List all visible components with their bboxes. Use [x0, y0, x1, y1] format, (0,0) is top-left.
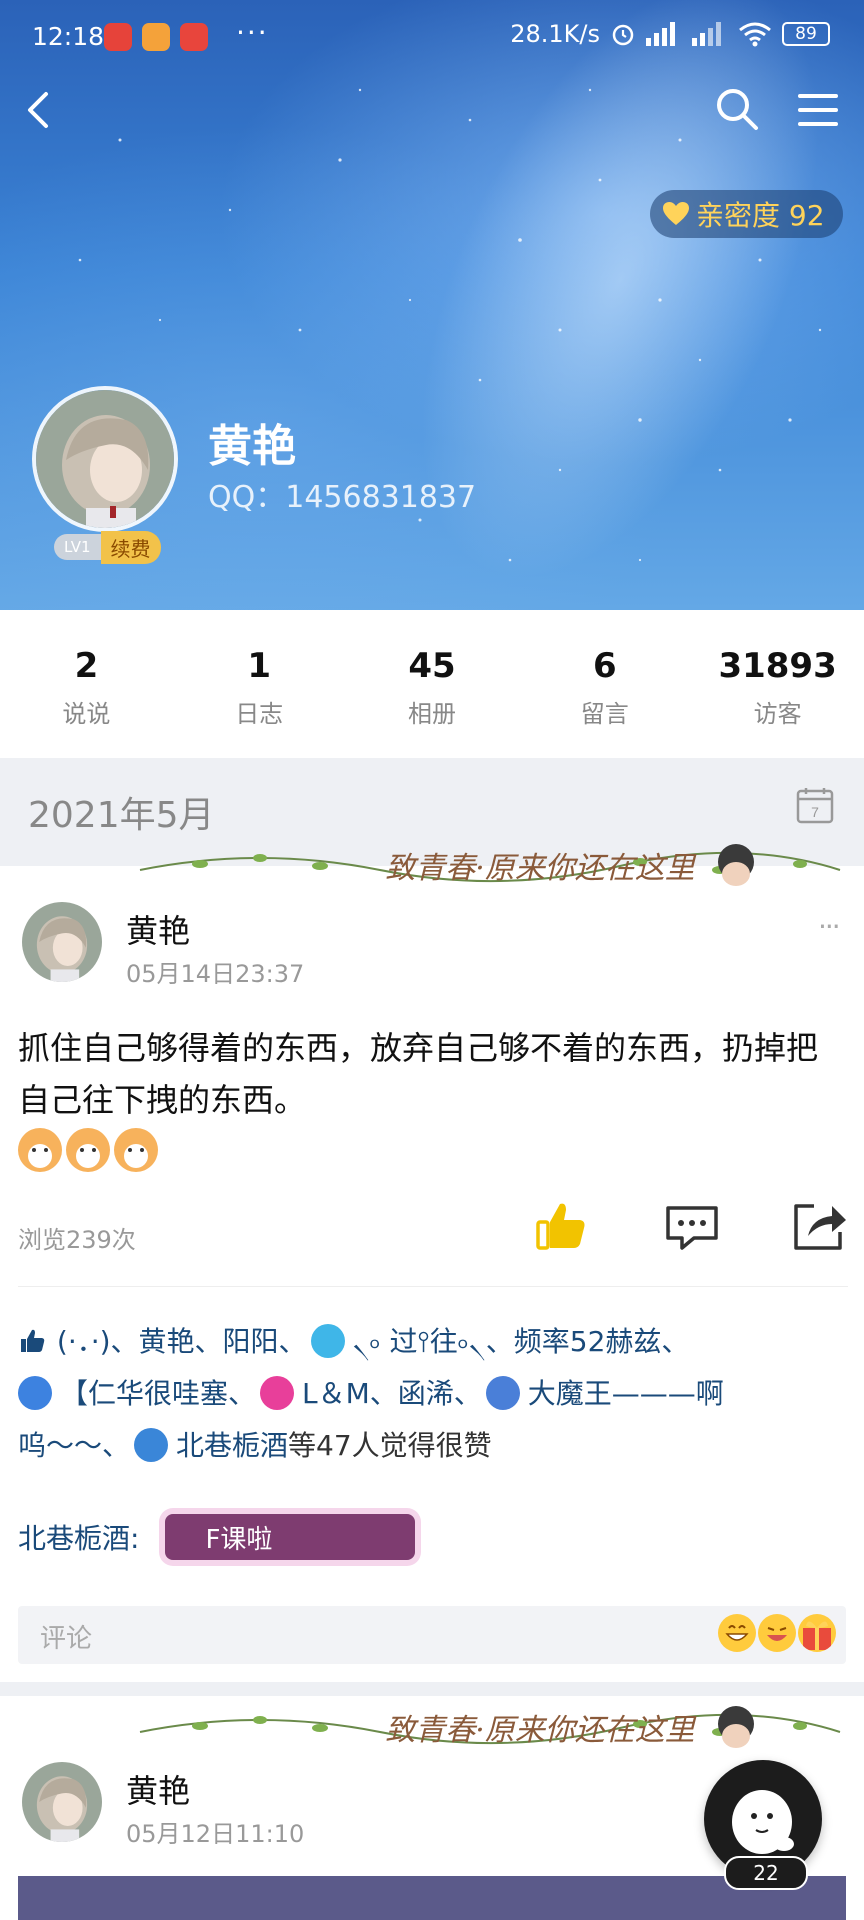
app-notification-icon: [180, 23, 208, 51]
post-author-avatar[interactable]: [22, 1762, 102, 1842]
status-bar: 12:18 ··· 28.1K/s 89: [0, 0, 864, 78]
stat-label: 相册: [407, 700, 456, 728]
thumb-up-icon: [21, 1329, 45, 1352]
grin-emoji-icon[interactable]: [718, 1614, 756, 1652]
app-notification-icon: [104, 23, 132, 51]
comment-item: 北巷栀酒: F课啦: [18, 1514, 416, 1560]
comment-icon[interactable]: [664, 1204, 720, 1252]
comment-content: F课啦: [205, 1524, 273, 1555]
lucky-cat-emoji: [66, 1128, 110, 1172]
stat-shuoshuo[interactable]: 2 说说: [0, 610, 173, 756]
month-label: 2021年5月: [28, 795, 215, 836]
profile-qq-number: QQ：1456831837: [208, 480, 477, 515]
post-author-name[interactable]: 黄艳: [126, 906, 190, 952]
gift-emoji-icon[interactable]: [798, 1614, 836, 1652]
calendar-day: 7: [811, 804, 819, 820]
level-badge[interactable]: LV1 续费: [54, 530, 161, 564]
banner-text: 致青春·原来你还在这里: [385, 851, 697, 886]
heart-icon: [663, 202, 689, 225]
post-text: 抓住自己够得着的东西，放弃自己够不着的东西，扔掉把自己往下拽的东西。: [18, 1029, 819, 1119]
comment-bubble: F课啦: [165, 1514, 416, 1560]
stat-messages[interactable]: 6 留言: [518, 610, 691, 756]
likers-text[interactable]: 北巷栀酒: [176, 1429, 288, 1462]
avatar-illustration: [36, 390, 174, 528]
post-timestamp: 05月14日23:37: [126, 960, 305, 988]
lucky-cat-emoji: [114, 1128, 158, 1172]
intimacy-badge[interactable]: 亲密度 92: [650, 190, 843, 238]
post-more-button[interactable]: ···: [818, 910, 841, 943]
signal-hd-icon: [692, 22, 721, 46]
stat-value: 2: [74, 646, 99, 686]
signal-icon: [646, 22, 675, 46]
likers-text[interactable]: L＆M、函浠、: [302, 1377, 482, 1410]
post-author-avatar[interactable]: [22, 902, 102, 982]
status-right: 28.1K/s 89: [510, 20, 830, 48]
post-divider: [18, 1286, 848, 1287]
more-notifications-icon: ···: [236, 16, 269, 49]
profile-name: 黄艳: [208, 421, 296, 472]
renew-label: 续费: [100, 530, 161, 564]
back-chevron-icon[interactable]: [18, 88, 62, 132]
search-icon[interactable]: [712, 84, 762, 134]
stat-value: 1: [247, 646, 272, 686]
post-separator: [0, 1682, 864, 1696]
stat-album[interactable]: 45 相册: [346, 610, 519, 756]
banner-text: 致青春·原来你还在这里: [385, 1713, 697, 1748]
profile-cover: 12:18 ··· 28.1K/s 89 亲密度 92 LV1 续费 黄艳 QQ…: [0, 0, 864, 610]
refresh-badge-icon: [18, 1376, 52, 1410]
stat-value: 6: [592, 646, 617, 686]
post-view-count: 浏览239次: [18, 1226, 136, 1254]
pink-badge-icon: [260, 1376, 295, 1410]
laugh-emoji-icon[interactable]: [758, 1614, 796, 1652]
like-thumb-icon[interactable]: [534, 1198, 590, 1254]
vip-crown-icon: [310, 1324, 345, 1358]
app-notification-icon: [142, 23, 170, 51]
arrow-badge-icon: [134, 1428, 169, 1462]
floating-count-badge: 22: [724, 1856, 808, 1890]
stat-visitors[interactable]: 31893 访客: [691, 610, 864, 756]
alarm-icon: [612, 24, 634, 46]
likers-text[interactable]: 【仁华很哇塞、: [60, 1377, 256, 1410]
decorative-banner: 致青春·原来你还在这里: [139, 844, 841, 886]
menu-icon[interactable]: [794, 86, 842, 134]
comment-placeholder: 评论: [40, 1624, 93, 1654]
post-timestamp: 05月12日11:10: [126, 1820, 305, 1848]
notification-icons: [104, 23, 208, 51]
battery-indicator: 89: [782, 22, 830, 46]
post-author-name[interactable]: 黄艳: [126, 1766, 190, 1812]
avatar-illustration: [22, 902, 102, 982]
avatar-illustration: [22, 1762, 102, 1842]
share-icon[interactable]: [792, 1200, 848, 1252]
stat-value: 31893: [718, 646, 837, 686]
stat-value: 45: [408, 646, 456, 686]
stat-label: 留言: [580, 700, 629, 728]
profile-avatar[interactable]: [32, 386, 178, 532]
lucky-cat-emoji: [18, 1128, 62, 1172]
wifi-icon: [739, 22, 771, 47]
network-speed: 28.1K/s: [510, 20, 600, 48]
quick-emoji-bar: [718, 1614, 836, 1652]
stat-label: 说说: [62, 700, 111, 728]
stat-label: 日志: [235, 700, 284, 728]
likers-text[interactable]: (·．·)、黄艳、阳阳、: [57, 1325, 307, 1358]
status-time: 12:18: [32, 22, 105, 51]
comment-author[interactable]: 北巷栀酒:: [18, 1517, 139, 1557]
stat-label: 访客: [753, 700, 802, 728]
fish-badge-icon: [485, 1376, 520, 1410]
likers-text[interactable]: ৲৹ 过⫯往৹৲、频率52赫兹、: [353, 1325, 690, 1358]
likes-list: (·．·)、黄艳、阳阳、 ৲৹ 过⫯往৹৲、频率52赫兹、 【仁华很哇塞、 L＆M、…: [18, 1316, 848, 1472]
intimacy-label: 亲密度 92: [696, 199, 825, 232]
likers-text[interactable]: 大魔王———啊: [528, 1377, 724, 1410]
likers-text[interactable]: 呜～～、: [18, 1429, 130, 1462]
post-emojis: [18, 1128, 158, 1172]
comment-input[interactable]: 评论: [18, 1606, 846, 1664]
decorative-banner: 致青春·原来你还在这里: [139, 1706, 841, 1748]
post-image[interactable]: [18, 1876, 846, 1920]
profile-stats: 2 说说 1 日志 45 相册 6 留言 31893 访客: [0, 610, 864, 756]
level-label: LV1: [54, 534, 101, 560]
stat-blog[interactable]: 1 日志: [173, 610, 346, 756]
likes-summary: 等47人觉得很赞: [288, 1429, 492, 1462]
calendar-icon[interactable]: 7: [796, 786, 834, 824]
